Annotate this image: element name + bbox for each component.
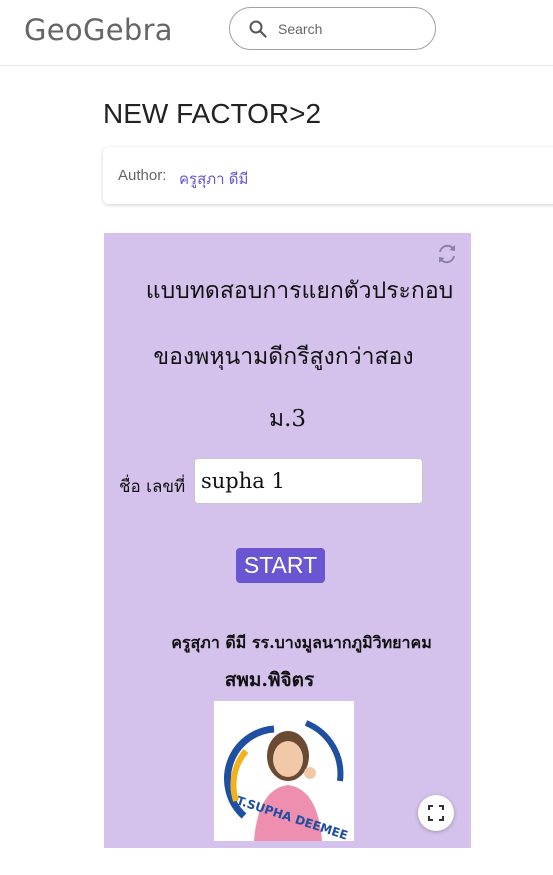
quiz-title-line-2: ของพหุนามดีกรีสูงกว่าสอง <box>153 344 414 370</box>
author-label: Author: <box>118 167 167 184</box>
education-office-text: สพม.พิจิตร <box>224 669 315 691</box>
teacher-photo: T.SUPHA DEEMEE <box>214 701 354 841</box>
search-icon <box>249 20 267 38</box>
geogebra-applet: แบบทดสอบการแยกตัวประกอบ ของพหุนามดีกรีสู… <box>104 233 471 848</box>
quiz-title-line-1: แบบทดสอบการแยกตัวประกอบ <box>145 278 454 304</box>
grade-level: ม.3 <box>268 406 307 432</box>
top-bar: GeoGebra <box>0 0 553 66</box>
author-link[interactable]: ครูสุภา ดีมี <box>179 167 248 191</box>
teacher-school-text: ครูสุภา ดีมี รร.บางมูลนากภูมิวิทยาคม <box>171 633 432 652</box>
refresh-icon[interactable] <box>436 243 458 265</box>
author-card: Author: ครูสุภา ดีมี <box>103 147 553 204</box>
start-button[interactable]: START <box>236 548 325 583</box>
fullscreen-button[interactable] <box>418 795 454 831</box>
fullscreen-icon <box>428 805 444 821</box>
logo-text: GeoGebra <box>24 13 173 47</box>
search-box[interactable] <box>229 7 436 50</box>
name-number-label: ชื่อ เลขที่ <box>119 477 186 497</box>
name-number-input[interactable] <box>194 458 423 504</box>
search-input[interactable] <box>276 18 430 40</box>
geogebra-logo[interactable]: GeoGebra <box>24 13 173 47</box>
page-title: NEW FACTOR>2 <box>103 98 322 129</box>
